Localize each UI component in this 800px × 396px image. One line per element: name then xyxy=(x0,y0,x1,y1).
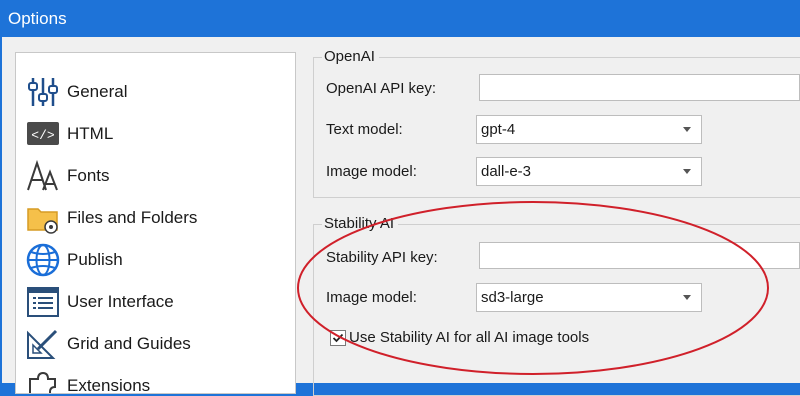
sidebar-item-fonts[interactable]: Fonts xyxy=(16,157,295,197)
sidebar-item-label: HTML xyxy=(67,124,114,143)
folder-gear-icon xyxy=(27,208,58,234)
sidebar-item-label: Fonts xyxy=(67,166,110,185)
text-model-label: Text model: xyxy=(326,121,403,138)
annotation-ellipse xyxy=(297,201,769,375)
chevron-down-icon xyxy=(683,169,691,174)
category-list: General </> HTML Fonts Files and Folders xyxy=(15,52,296,394)
sidebar-item-label: Grid and Guides xyxy=(67,334,191,353)
globe-icon xyxy=(26,243,60,277)
sidebar-item-label: Files and Folders xyxy=(67,208,198,227)
sidebar-item-label: Publish xyxy=(67,250,123,269)
sidebar-item-user-interface[interactable]: User Interface xyxy=(16,283,295,323)
sidebar-item-extensions[interactable]: Extensions xyxy=(16,367,295,394)
title-bar: Options xyxy=(0,0,800,37)
window-title: Options xyxy=(8,9,67,28)
openai-api-key-input[interactable] xyxy=(479,74,800,101)
openai-image-model-label: Image model: xyxy=(326,163,417,180)
svg-text:</>: </> xyxy=(31,128,55,143)
openai-image-model-value: dall-e-3 xyxy=(481,163,532,180)
fonts-icon xyxy=(27,159,58,191)
sidebar-item-general[interactable]: General xyxy=(16,73,295,113)
openai-group-title: OpenAI xyxy=(322,48,379,65)
ruler-pencil-icon xyxy=(27,329,58,359)
sidebar-item-label: General xyxy=(67,82,128,101)
window-list-icon xyxy=(27,287,59,317)
sliders-icon xyxy=(28,78,58,106)
openai-image-model-select[interactable]: dall-e-3 xyxy=(476,157,702,186)
sidebar-item-publish[interactable]: Publish xyxy=(16,241,295,281)
openai-api-key-label: OpenAI API key: xyxy=(326,80,437,97)
sidebar-item-html[interactable]: </> HTML xyxy=(16,115,295,155)
code-icon: </> xyxy=(27,122,59,145)
puzzle-icon xyxy=(29,371,56,393)
text-model-select[interactable]: gpt-4 xyxy=(476,115,702,144)
sidebar-item-label: Extensions xyxy=(67,376,151,394)
sidebar-item-label: User Interface xyxy=(67,292,174,311)
sidebar-item-grid-and-guides[interactable]: Grid and Guides xyxy=(16,325,295,365)
text-model-value: gpt-4 xyxy=(481,121,516,138)
chevron-down-icon xyxy=(683,127,691,132)
sidebar-item-files-and-folders[interactable]: Files and Folders xyxy=(16,199,295,239)
